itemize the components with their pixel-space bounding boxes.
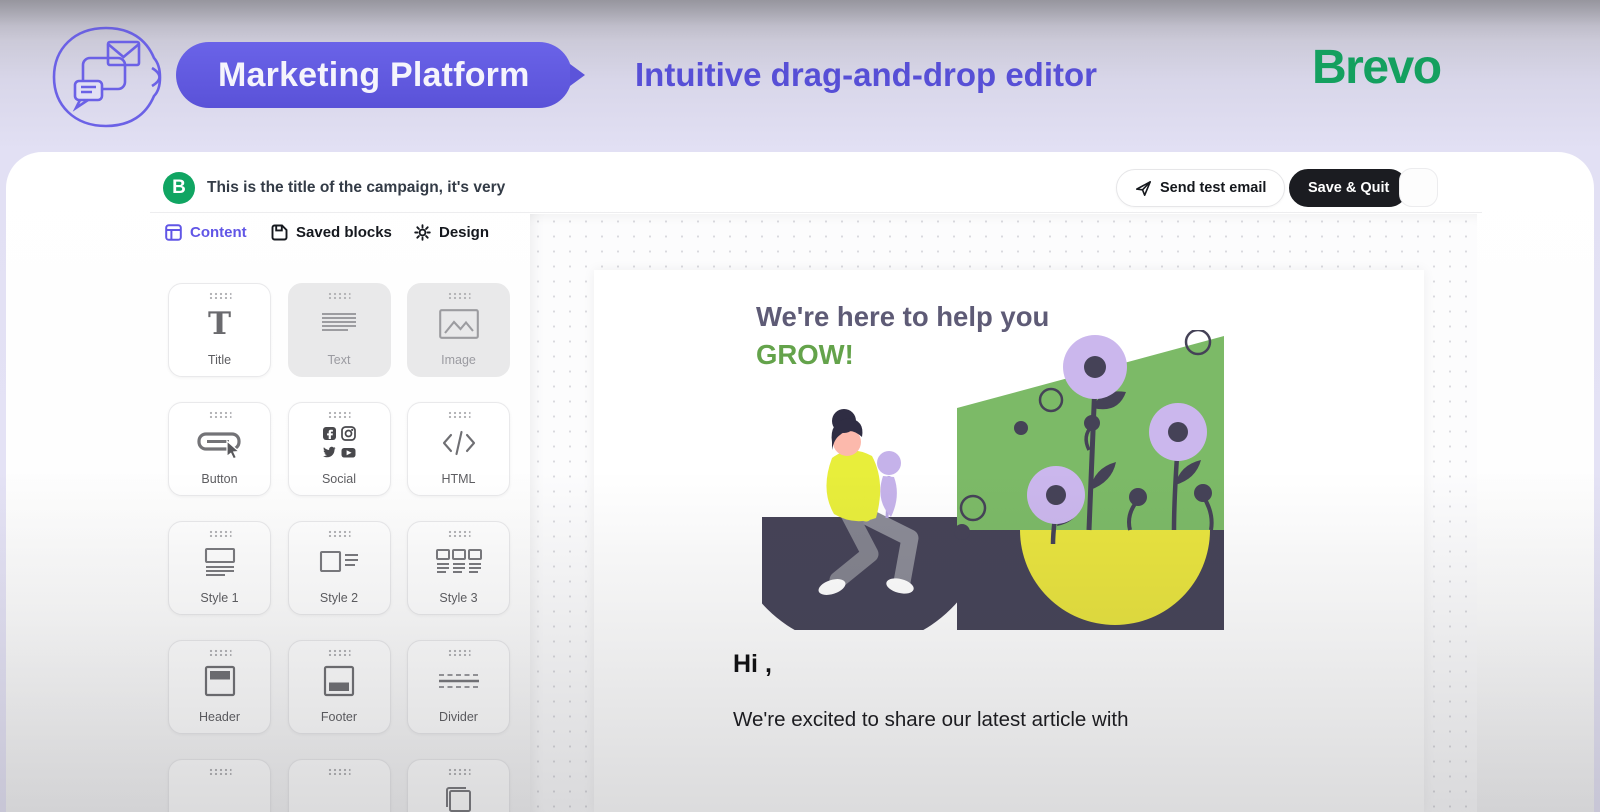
block-tile-text[interactable]: Text	[288, 283, 391, 377]
drag-handle-icon[interactable]	[328, 292, 351, 299]
block-tile-button[interactable]: Button	[168, 402, 271, 496]
block-label: Text	[289, 353, 390, 367]
drag-handle-icon[interactable]	[328, 768, 351, 775]
tab-content-label: Content	[190, 224, 247, 241]
send-test-email-button[interactable]: Send test email	[1116, 169, 1285, 207]
drag-handle-icon[interactable]	[208, 530, 231, 537]
block-tile-social[interactable]: Social	[288, 402, 391, 496]
layout-icon	[165, 224, 182, 241]
style2-icon	[289, 538, 390, 586]
title-icon: T	[169, 300, 270, 348]
drag-handle-icon[interactable]	[208, 649, 231, 656]
style1-icon	[169, 538, 270, 586]
email-document[interactable]: We're here to help you GROW!	[594, 270, 1424, 812]
block-label: Footer	[289, 710, 390, 724]
toolbar-divider	[150, 212, 1482, 213]
brevo-avatar: B	[163, 172, 195, 204]
block-label: Image	[408, 353, 509, 367]
block-label: Social	[289, 472, 390, 486]
block-tile-divider[interactable]: Divider	[407, 640, 510, 734]
block-label: Divider	[408, 710, 509, 724]
product-badge-label: Marketing Platform	[218, 56, 530, 95]
block-tile-image[interactable]: Image	[407, 283, 510, 377]
drag-handle-icon[interactable]	[328, 411, 351, 418]
block-tile-footer[interactable]: Footer	[288, 640, 391, 734]
save-icon	[271, 224, 288, 241]
block-label: Style 3	[408, 591, 509, 605]
image-icon	[408, 300, 509, 348]
drag-handle-icon[interactable]	[447, 530, 470, 537]
block-tile-style2[interactable]: Style 2	[288, 521, 391, 615]
drag-handle-icon[interactable]	[447, 292, 470, 299]
block-tile-style3[interactable]: Style 3	[407, 521, 510, 615]
paper-plane-icon	[1135, 180, 1152, 197]
tab-design[interactable]: Design	[414, 224, 489, 241]
block-tile-partial[interactable]	[407, 759, 510, 812]
block-tile-partial[interactable]	[168, 759, 271, 812]
more-options-button[interactable]	[1399, 168, 1438, 207]
header-icon	[169, 657, 270, 705]
drag-handle-icon[interactable]	[208, 768, 231, 775]
drag-handle-icon[interactable]	[447, 411, 470, 418]
html-icon	[408, 419, 509, 467]
divider-icon	[408, 657, 509, 705]
drag-handle-icon[interactable]	[208, 292, 231, 299]
button-icon	[169, 419, 270, 467]
campaign-title[interactable]: This is the title of the campaign, it's …	[207, 179, 505, 197]
email-canvas[interactable]: We're here to help you GROW!	[530, 214, 1477, 812]
block-label: Style 2	[289, 591, 390, 605]
gear-icon	[414, 224, 431, 241]
tab-saved-blocks[interactable]: Saved blocks	[271, 224, 392, 241]
tab-saved-blocks-label: Saved blocks	[296, 224, 392, 241]
banner-headline: Intuitive drag-and-drop editor	[635, 0, 1097, 150]
block-tile-html[interactable]: HTML	[407, 402, 510, 496]
tab-design-label: Design	[439, 224, 489, 241]
messaging-channels-icon	[44, 22, 170, 134]
block-library: T Title Text	[168, 283, 518, 812]
text-icon	[289, 300, 390, 348]
send-test-email-label: Send test email	[1160, 180, 1266, 196]
footer-icon	[289, 657, 390, 705]
drag-handle-icon[interactable]	[208, 411, 231, 418]
block-tile-partial[interactable]	[288, 759, 391, 812]
drag-handle-icon[interactable]	[447, 649, 470, 656]
editor-window: B This is the title of the campaign, it'…	[6, 152, 1594, 812]
email-body-text[interactable]: We're excited to share our latest articl…	[733, 708, 1129, 732]
twitter-icon	[323, 447, 335, 458]
save-quit-button[interactable]: Save & Quit	[1289, 169, 1408, 207]
block-label: Title	[169, 353, 270, 367]
drag-handle-icon[interactable]	[447, 768, 470, 775]
social-icon	[289, 419, 390, 467]
product-badge: Marketing Platform	[176, 42, 572, 108]
pages-icon	[408, 776, 509, 812]
hero-illustration[interactable]	[762, 330, 1224, 630]
block-tile-header[interactable]: Header	[168, 640, 271, 734]
drag-handle-icon[interactable]	[328, 530, 351, 537]
block-label: Style 1	[169, 591, 270, 605]
block-label: HTML	[408, 472, 509, 486]
block-tile-title[interactable]: T Title	[168, 283, 271, 377]
block-label: Button	[169, 472, 270, 486]
brevo-logo: Brevo	[1312, 40, 1441, 95]
email-greeting[interactable]: Hi ,	[733, 650, 772, 679]
tab-content[interactable]: Content	[165, 224, 247, 241]
app-screen: Marketing Platform Intuitive drag-and-dr…	[0, 0, 1600, 812]
drag-handle-icon[interactable]	[328, 649, 351, 656]
block-tile-style1[interactable]: Style 1	[168, 521, 271, 615]
block-label: Header	[169, 710, 270, 724]
instagram-icon	[342, 427, 355, 440]
save-quit-label: Save & Quit	[1308, 180, 1389, 196]
style3-icon	[408, 538, 509, 586]
